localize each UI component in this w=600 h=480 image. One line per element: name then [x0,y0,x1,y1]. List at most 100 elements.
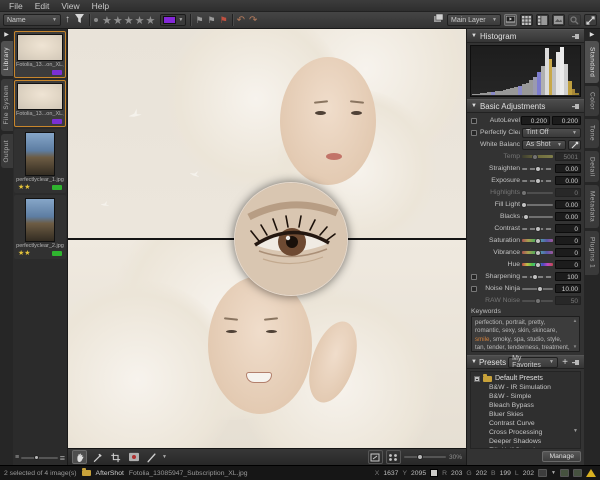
exposure-slider[interactable] [522,180,553,182]
color-label-button[interactable]: ▼ [160,14,186,26]
fill-light-slider[interactable] [522,204,553,206]
thumbnail-item[interactable]: perfectlyclear_1.jpg★★ [14,129,66,193]
magnifier-view-button[interactable] [568,14,581,26]
thumb-size-large-icon[interactable]: ≡ [60,455,65,461]
preset-folder-row[interactable]: Default Presets [471,374,580,383]
thumbnail-item[interactable]: perfectlyclear_2.jpg★★ [14,195,66,259]
panel-tab-tone[interactable]: Tone [585,119,599,147]
contrast-slider[interactable] [522,228,553,230]
noise-ninja-slider[interactable] [522,288,553,290]
menu-view[interactable]: View [56,1,84,11]
histogram-header[interactable]: ▼ Histogram [467,29,584,43]
slider-thumb[interactable] [535,298,541,304]
presets-favorites-select[interactable]: My Favorites ▼ [508,357,558,368]
fullscreen-icon[interactable] [584,14,597,26]
redo-icon[interactable]: ↷ [249,15,257,26]
split-view-button[interactable] [536,14,549,26]
slider-thumb[interactable] [535,250,541,256]
collapse-triangle-icon[interactable]: ▼ [471,103,477,109]
slider-thumb[interactable] [537,286,543,292]
panel-tab-color[interactable]: Color [585,86,599,116]
star-icon[interactable]: ★ [135,15,146,27]
add-preset-button[interactable]: + [560,358,570,367]
manage-presets-button[interactable]: Manage [542,451,581,462]
slider-thumb[interactable] [532,274,538,280]
redeye-tool[interactable] [126,450,141,464]
sidebar-tab-file-system[interactable]: File System [1,79,13,130]
collapse-left-panel-arrow[interactable]: ▶ [4,31,9,38]
slider-thumb[interactable] [535,178,541,184]
rating-none-dot[interactable] [94,18,98,22]
slider-thumb[interactable] [535,238,541,244]
blacks-slider[interactable] [522,216,553,218]
flag-icon[interactable]: ⚑ [195,15,203,26]
thumb-size-slider[interactable] [21,457,58,459]
warning-icon[interactable] [586,469,596,477]
star-icon[interactable]: ★ [124,15,135,27]
thumbnail-item[interactable]: Fotolia_13...on_XL.jpg [14,80,66,127]
pan-hand-tool[interactable] [72,450,87,464]
perfectly-clear-checkbox[interactable] [471,130,477,136]
value-box[interactable]: 50 [555,296,581,305]
expand-toggle-icon[interactable] [474,376,480,382]
tool-options-caret[interactable]: ▼ [162,454,167,460]
perfectly-clear-select[interactable]: Tint Off▼ [522,128,581,138]
panel-tab-standard[interactable]: Standard [585,41,599,83]
slider-thumb[interactable] [521,190,527,196]
star-icon[interactable]: ★ [102,15,113,27]
soft-proof-icon[interactable] [538,469,547,477]
scroll-up-icon[interactable]: ▲ [573,318,577,324]
scroll-down-icon[interactable]: ▼ [573,344,577,350]
thumb-size-small-icon[interactable]: ≡ [15,455,19,461]
presets-header[interactable]: ▼ Presets My Favorites ▼ + [467,355,584,369]
fit-to-window-button[interactable] [368,450,383,464]
vibrance-slider[interactable] [522,251,553,254]
value-box[interactable]: 0.200 [521,116,550,125]
sharpening-slider[interactable] [522,276,553,278]
sort-direction-icon[interactable]: ↑ [65,15,70,25]
pin-icon[interactable] [572,359,580,366]
value-box[interactable]: 0.200 [552,116,581,125]
preset-item[interactable]: B&W - Simple [471,392,580,401]
value-box[interactable]: 0 [555,236,581,245]
value-box[interactable]: 0 [555,224,581,233]
pin-icon[interactable] [572,33,580,40]
preset-item[interactable]: Bluer Skies [471,410,580,419]
collapse-triangle-icon[interactable]: ▼ [471,359,477,365]
preset-item[interactable]: Contrast Curve [471,419,580,428]
value-box[interactable]: 0.00 [555,200,581,209]
highlights-slider[interactable] [522,192,553,194]
white-balance-picker-button[interactable] [568,140,581,150]
hue-slider[interactable] [522,263,553,266]
processing-status-icon[interactable] [560,469,569,477]
value-box[interactable]: 5001 [555,152,581,161]
keywords-box[interactable]: perfection, portrait, pretty, romantic, … [471,316,580,352]
heal-brush-tool[interactable] [144,450,159,464]
autolevel-checkbox[interactable] [471,118,477,124]
panel-tab-plugins-1[interactable]: Plugins 1 [585,231,599,274]
thumbnail-item[interactable]: Fotolia_13...on_XL.jpg [14,31,66,78]
basic-adjustments-header[interactable]: ▼ Basic Adjustments [467,99,584,113]
value-box[interactable]: 0.00 [555,176,581,185]
collapse-triangle-icon[interactable]: ▼ [471,33,477,39]
menu-edit[interactable]: Edit [30,1,55,11]
thumbnail-grid-view-button[interactable] [520,14,533,26]
value-box[interactable]: 100 [555,272,581,281]
noise-ninja-checkbox[interactable] [471,286,477,292]
value-box[interactable]: 10.00 [555,284,581,293]
slider-thumb[interactable] [523,214,529,220]
saturation-slider[interactable] [522,239,553,242]
preset-item[interactable]: B&W - IR Simulation [471,383,580,392]
star-icon[interactable]: ★ [113,15,124,27]
filter-icon[interactable] [74,11,85,29]
temp-slider[interactable] [522,155,553,158]
slideshow-view-button[interactable] [504,14,517,26]
slider-thumb[interactable] [535,226,541,232]
star-icon[interactable]: ★ [146,15,157,27]
scroll-down-icon[interactable]: ▼ [573,428,578,434]
value-box[interactable]: 0.00 [555,164,581,173]
value-box[interactable]: 0.00 [555,212,581,221]
slider-thumb[interactable] [34,455,39,460]
collapse-right-panel-arrow[interactable]: ▶ [590,31,595,38]
slider-thumb[interactable] [532,154,538,160]
